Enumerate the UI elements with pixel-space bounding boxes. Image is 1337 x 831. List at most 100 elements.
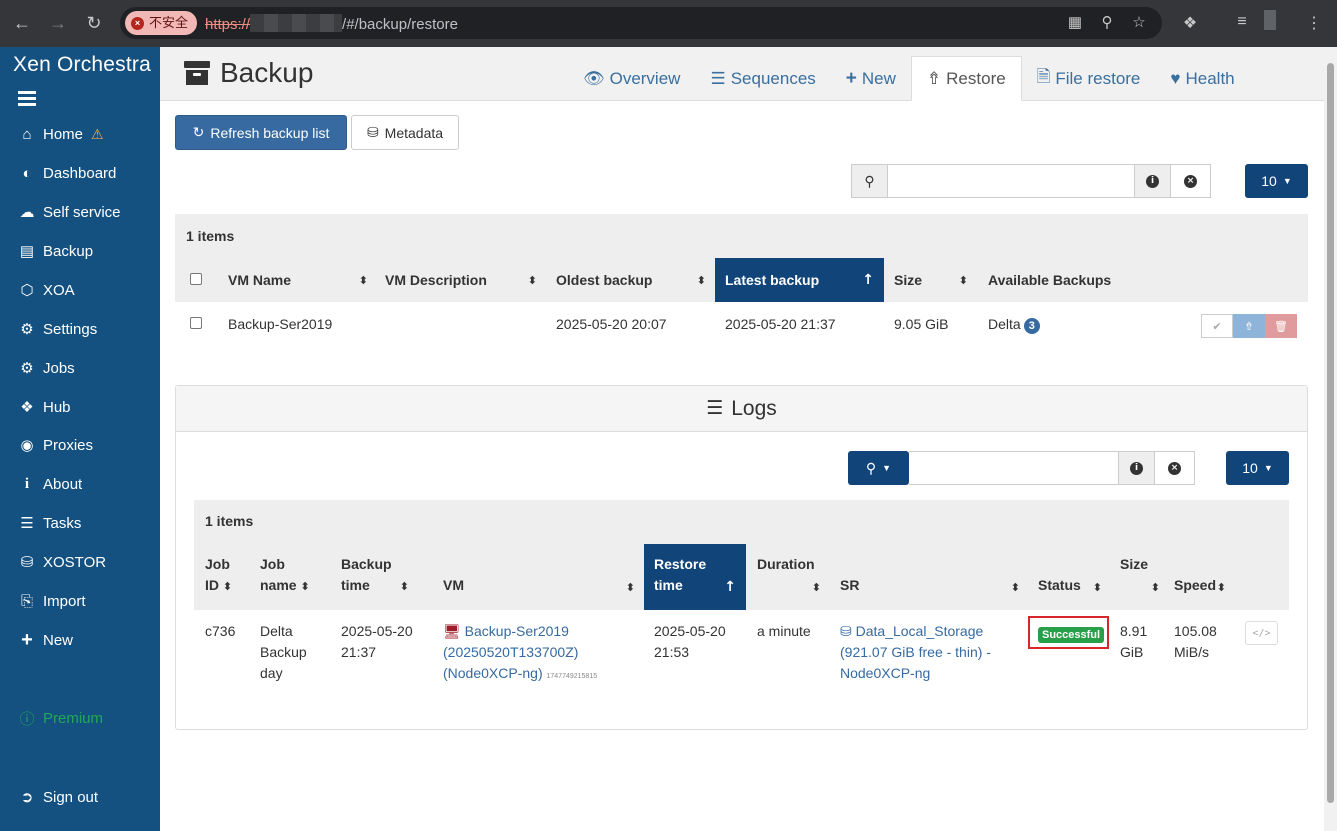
filter-help-icon[interactable]: i [1118, 452, 1154, 484]
cell-size: 9.05 GiB [894, 316, 949, 332]
column-job-name[interactable]: Job name ⬍ [260, 544, 324, 610]
column-vm[interactable]: VM ⬍ [443, 544, 635, 610]
sort-icon: ⬍ [1092, 581, 1102, 594]
status-badge: Successful [1038, 627, 1105, 643]
brand-title[interactable]: Xen Orchestra [13, 53, 151, 77]
sidebar-item-backup[interactable]: ▤ Backup [0, 236, 160, 266]
page-size-value: 10 [1261, 173, 1277, 189]
heartbeat-icon: ♥ [1170, 68, 1181, 88]
cell-available-backups: Delta 3 [988, 314, 1040, 335]
cell-line: GiB [1120, 644, 1144, 660]
column-vm-name[interactable]: VM Name ⬍ [228, 258, 368, 302]
column-sr[interactable]: SR ⬍ [840, 544, 1020, 610]
cube-icon: ⬡ [20, 282, 34, 299]
clear-filter-icon[interactable]: × [1170, 165, 1210, 197]
column-size[interactable]: Size ⬍ [1120, 544, 1160, 610]
sort-icon: ⬍ [1150, 581, 1160, 594]
menu-kebab-icon[interactable]: ⋮ [1304, 13, 1324, 33]
column-backup-time[interactable]: Backup time ⬍ [341, 544, 425, 610]
cell-line: Backup-Ser2019 [464, 623, 569, 639]
tab-restore[interactable]: ⇮ Restore [910, 56, 1022, 101]
sort-icon: ⬍ [399, 580, 409, 593]
column-duration[interactable]: Duration ⬍ [757, 544, 821, 610]
column-restore-time[interactable]: Restore time ↑ [644, 544, 746, 610]
check-button[interactable]: ✔ [1201, 314, 1233, 338]
sidebar-item-home[interactable]: ⌂ Home ⚠ [0, 119, 160, 149]
cell-status: Successful [1038, 623, 1105, 644]
back-icon[interactable]: ← [10, 12, 34, 34]
security-chip[interactable]: × 不安全 [125, 11, 198, 35]
sidebar-item-new[interactable]: + New [0, 625, 160, 655]
scrollbar-thumb[interactable] [1327, 63, 1334, 803]
address-bar[interactable]: × 不安全 https:// /#/backup/restore ▦ ⚲ ☆ [120, 7, 1162, 39]
sr-link[interactable]: ⛁ Data_Local_Storage (921.07 GiB free - … [840, 621, 991, 684]
tab-overview[interactable]: 👁 Overview [568, 56, 695, 101]
search-dropdown-button[interactable]: ⚲ ▼ [848, 451, 909, 485]
sidebar-item-premium[interactable]: ⓘ Premium [0, 703, 160, 733]
sidebar-item-about[interactable]: i About [0, 469, 160, 499]
clear-filter-icon[interactable]: × [1154, 452, 1194, 484]
sort-asc-icon: ↑ [862, 272, 874, 288]
view-log-button[interactable]: </> [1245, 621, 1278, 645]
page-size-dropdown[interactable]: 10 ▼ [1245, 164, 1308, 198]
refresh-backup-list-button[interactable]: ↻ Refresh backup list [175, 115, 347, 150]
translate-icon[interactable]: ▦ [1065, 13, 1085, 31]
select-all-checkbox[interactable] [190, 273, 202, 285]
vm-link[interactable]: 🖥 Backup-Ser2019 (20250520T133700Z) (Nod… [443, 621, 597, 687]
logs-filter-input[interactable] [909, 452, 1118, 484]
restore-button[interactable]: ⇮ [1233, 314, 1265, 338]
media-icon[interactable]: ≡ [1232, 13, 1252, 31]
delete-button[interactable]: 🗑 [1265, 314, 1297, 338]
logs-filter: i × [909, 451, 1195, 485]
logs-page-size-dropdown[interactable]: 10 ▼ [1226, 451, 1289, 485]
sign-out-link[interactable]: ➲ Sign out [0, 782, 160, 812]
cell-duration: a minute [757, 623, 811, 639]
sidebar-item-hub[interactable]: ❖ Hub [0, 392, 160, 422]
sidebar-item-tasks[interactable]: ☰ Tasks [0, 508, 160, 538]
column-job-id[interactable]: Job ID ⬍ [205, 544, 245, 610]
zoom-icon[interactable]: ⚲ [1097, 13, 1117, 31]
column-label: VM Description [385, 272, 487, 288]
tab-new[interactable]: + New [831, 56, 911, 101]
page-scrollbar[interactable] [1324, 47, 1337, 831]
cell-size: 8.91 GiB [1120, 621, 1147, 663]
column-available-backups[interactable]: Available Backups [988, 258, 1148, 302]
sidebar-item-jobs[interactable]: ⚙ Jobs [0, 353, 160, 383]
trash-icon: 🗑 [1274, 320, 1288, 333]
sidebar-item-import[interactable]: ⎘ Import [0, 586, 160, 616]
button-label: Refresh backup list [210, 124, 330, 141]
column-label: Speed [1174, 577, 1217, 593]
tab-sequences[interactable]: ☰ Sequences [695, 56, 830, 101]
metadata-button[interactable]: ⛁ Metadata [351, 115, 459, 150]
column-size[interactable]: Size ⬍ [894, 258, 968, 302]
tab-health[interactable]: ♥ Health [1155, 56, 1249, 101]
sort-icon: ⬍ [358, 273, 368, 287]
column-status[interactable]: Status ⬍ [1038, 544, 1102, 610]
url-text[interactable]: https:// /#/backup/restore [205, 14, 458, 33]
column-vm-description[interactable]: VM Description ⬍ [385, 258, 537, 302]
sidebar-item-settings[interactable]: ⚙ Settings [0, 314, 160, 344]
forward-icon[interactable]: → [46, 12, 70, 34]
cell-line: (Node0XCP-ng) [443, 665, 543, 681]
backup-filter-input[interactable] [888, 165, 1134, 197]
column-latest-backup[interactable]: Latest backup ↑ [715, 258, 884, 302]
profile-avatar[interactable] [1264, 10, 1276, 30]
column-oldest-backup[interactable]: Oldest backup ⬍ [556, 258, 706, 302]
import-icon: ⎘ [20, 592, 33, 610]
column-speed[interactable]: Speed ⬍ [1174, 544, 1230, 610]
reload-icon[interactable]: ↻ [82, 12, 106, 34]
sidebar-item-dashboard[interactable]: ◐ Dashboard [0, 158, 160, 188]
tab-file-restore[interactable]: 🗎 File restore [1022, 56, 1156, 101]
sidebar-item-proxies[interactable]: ◉ Proxies [0, 430, 160, 460]
sort-asc-icon: ↑ [724, 579, 736, 595]
vm-timestamp-id: 1747749215815 [546, 673, 598, 680]
row-checkbox[interactable] [190, 317, 202, 329]
bookmark-star-icon[interactable]: ☆ [1129, 13, 1149, 31]
sidebar-item-xostor[interactable]: ⛁ XOSTOR [0, 547, 160, 577]
sidebar-item-xoa[interactable]: ⬡ XOA [0, 275, 160, 305]
sidebar-item-label: XOA [43, 281, 75, 299]
sidebar-item-self-service[interactable]: ☁ Self service [0, 197, 160, 227]
hamburger-menu-icon[interactable] [18, 91, 36, 106]
extensions-icon[interactable]: ❖ [1180, 13, 1200, 33]
filter-help-icon[interactable]: i [1134, 165, 1170, 197]
